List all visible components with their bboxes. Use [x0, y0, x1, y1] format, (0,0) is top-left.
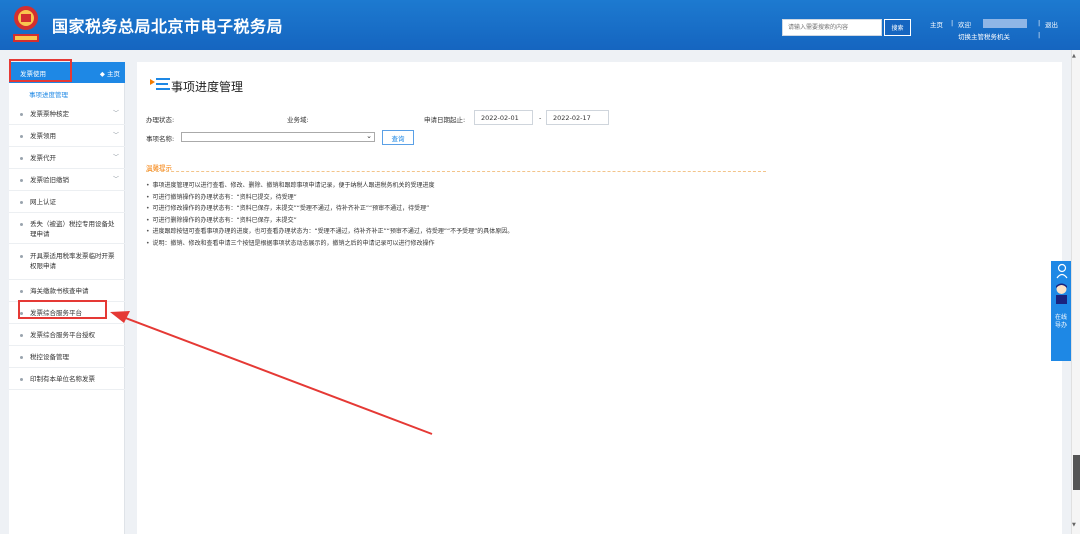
assistant-avatar-icon [1056, 283, 1067, 304]
user-icon [1056, 263, 1068, 279]
scrollbar-thumb[interactable] [1073, 455, 1080, 490]
scroll-down-icon[interactable]: ▼ [1072, 522, 1076, 528]
scroll-up-icon[interactable]: ▲ [1072, 53, 1076, 59]
annotation-arrow [110, 311, 433, 435]
online-guide-label[interactable]: 在线导办 [1055, 314, 1067, 330]
